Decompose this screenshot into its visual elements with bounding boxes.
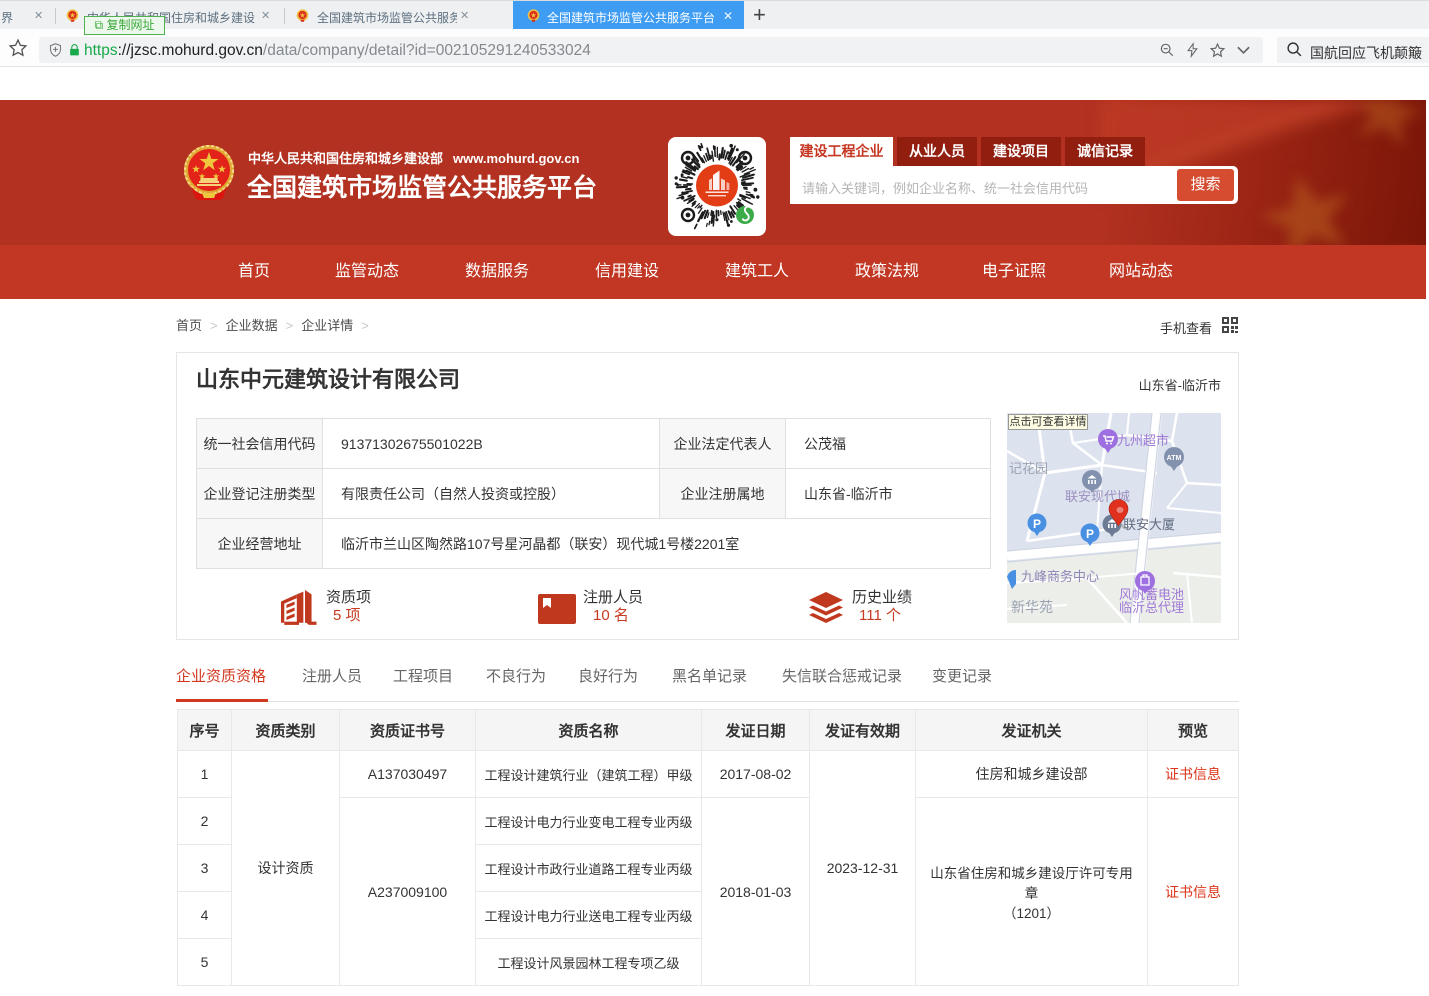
svg-text:九峰商务中心: 九峰商务中心 bbox=[1021, 569, 1099, 584]
svg-text:新华苑: 新华苑 bbox=[1011, 599, 1053, 615]
svg-text:P: P bbox=[1086, 527, 1094, 541]
svg-text:记花园: 记花园 bbox=[1009, 461, 1048, 476]
svg-text:P: P bbox=[1033, 517, 1041, 531]
svg-text:九州超市: 九州超市 bbox=[1117, 433, 1169, 448]
svg-text:临沂总代理: 临沂总代理 bbox=[1119, 600, 1184, 615]
svg-text:ATM: ATM bbox=[1167, 455, 1182, 462]
svg-text:联安大厦: 联安大厦 bbox=[1123, 517, 1175, 532]
